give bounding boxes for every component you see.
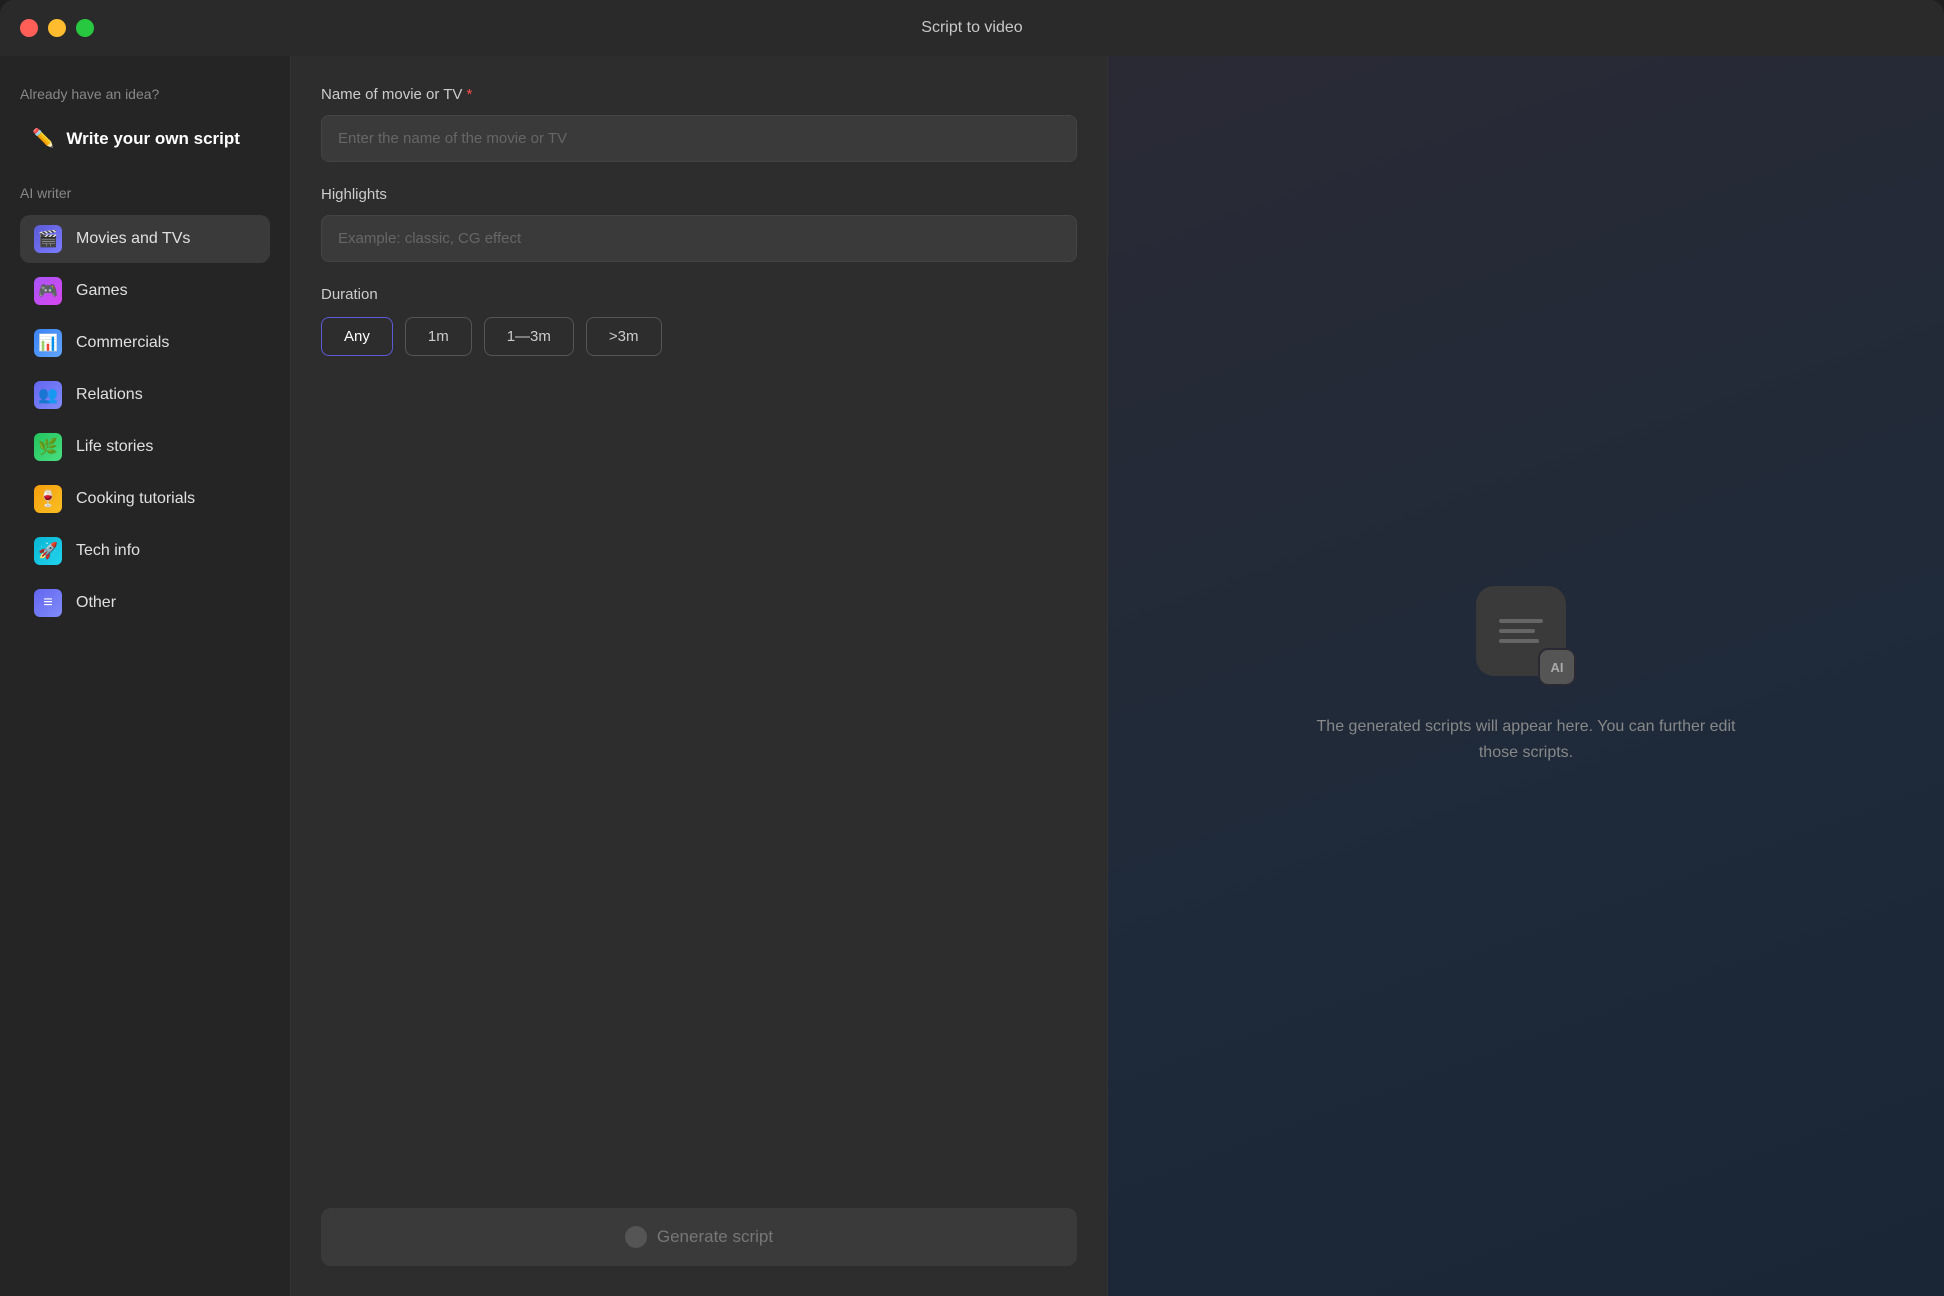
duration-any-button[interactable]: Any bbox=[321, 317, 393, 356]
center-panel: Name of movie or TV * Highlights Duratio… bbox=[290, 56, 1108, 1296]
close-button[interactable] bbox=[20, 19, 38, 37]
ai-line-2 bbox=[1499, 629, 1535, 633]
life-stories-icon: 🌿 bbox=[34, 433, 62, 461]
right-panel-placeholder-text: The generated scripts will appear here. … bbox=[1296, 714, 1756, 765]
sidebar-item-label: Commercials bbox=[76, 334, 169, 352]
maximize-button[interactable] bbox=[76, 19, 94, 37]
titlebar: Script to video bbox=[0, 0, 1944, 56]
duration-1m-button[interactable]: 1m bbox=[405, 317, 472, 356]
sidebar-item-label: Cooking tutorials bbox=[76, 490, 195, 508]
already-label: Already have an idea? bbox=[20, 86, 270, 102]
ai-lines-icon bbox=[1499, 619, 1543, 643]
sidebar: Already have an idea? ✏️ Write your own … bbox=[0, 56, 290, 1296]
minimize-button[interactable] bbox=[48, 19, 66, 37]
ai-badge: AI bbox=[1538, 648, 1576, 686]
required-indicator: * bbox=[466, 86, 472, 103]
app-window: Script to video Already have an idea? ✏️… bbox=[0, 0, 1944, 1296]
other-icon: ≡ bbox=[34, 589, 62, 617]
name-field-label: Name of movie or TV * bbox=[321, 86, 1077, 103]
duration-3m-plus-button[interactable]: >3m bbox=[586, 317, 662, 356]
sidebar-item-label: Games bbox=[76, 282, 128, 300]
sidebar-item-games[interactable]: 🎮 Games bbox=[20, 267, 270, 315]
cooking-icon: 🍷 bbox=[34, 485, 62, 513]
sidebar-item-label: Life stories bbox=[76, 438, 153, 456]
duration-label: Duration bbox=[321, 286, 1077, 303]
sidebar-item-movies[interactable]: 🎬 Movies and TVs bbox=[20, 215, 270, 263]
sidebar-item-label: Relations bbox=[76, 386, 143, 404]
relations-icon: 👥 bbox=[34, 381, 62, 409]
generate-btn-icon bbox=[625, 1226, 647, 1248]
movies-icon: 🎬 bbox=[34, 225, 62, 253]
highlights-input[interactable] bbox=[321, 215, 1077, 262]
duration-1-3m-button[interactable]: 1—3m bbox=[484, 317, 574, 356]
ai-line-3 bbox=[1499, 639, 1539, 643]
sidebar-item-life-stories[interactable]: 🌿 Life stories bbox=[20, 423, 270, 471]
sidebar-item-label: Movies and TVs bbox=[76, 230, 190, 248]
games-icon: 🎮 bbox=[34, 277, 62, 305]
commercials-icon: 📊 bbox=[34, 329, 62, 357]
ai-line-1 bbox=[1499, 619, 1543, 623]
sidebar-item-other[interactable]: ≡ Other bbox=[20, 579, 270, 627]
pencil-icon: ✏️ bbox=[32, 128, 54, 149]
traffic-lights bbox=[20, 19, 94, 37]
right-panel: AI The generated scripts will appear her… bbox=[1108, 56, 1944, 1296]
sidebar-item-relations[interactable]: 👥 Relations bbox=[20, 371, 270, 419]
highlights-field-label: Highlights bbox=[321, 186, 1077, 203]
sidebar-item-label: Tech info bbox=[76, 542, 140, 560]
generate-btn-label: Generate script bbox=[657, 1227, 773, 1247]
write-script-label: Write your own script bbox=[66, 129, 240, 149]
tech-icon: 🚀 bbox=[34, 537, 62, 565]
movie-name-input[interactable] bbox=[321, 115, 1077, 162]
main-content: Already have an idea? ✏️ Write your own … bbox=[0, 56, 1944, 1296]
sidebar-item-cooking[interactable]: 🍷 Cooking tutorials bbox=[20, 475, 270, 523]
sidebar-item-tech[interactable]: 🚀 Tech info bbox=[20, 527, 270, 575]
window-title: Script to video bbox=[921, 19, 1022, 37]
duration-buttons: Any 1m 1—3m >3m bbox=[321, 317, 1077, 356]
generate-script-button[interactable]: Generate script bbox=[321, 1208, 1077, 1266]
write-own-script-button[interactable]: ✏️ Write your own script bbox=[20, 120, 270, 157]
sidebar-item-label: Other bbox=[76, 594, 116, 612]
ai-writer-label: AI writer bbox=[20, 185, 270, 201]
sidebar-item-commercials[interactable]: 📊 Commercials bbox=[20, 319, 270, 367]
ai-icon-container: AI bbox=[1476, 586, 1576, 686]
